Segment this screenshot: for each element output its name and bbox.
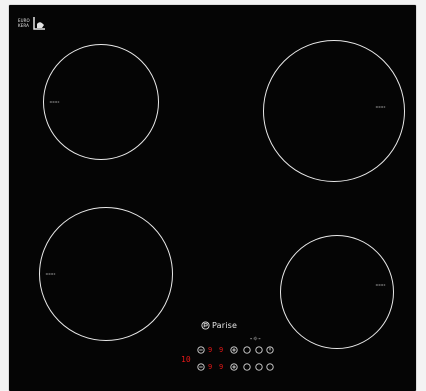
timer-icon[interactable] [243,363,251,371]
zone-level-display: 9 [219,346,224,354]
timer-display: 10 [181,355,191,364]
timer-icon[interactable] [243,346,251,354]
induction-hob: EUROKERA Parise -☼- 10 9 9 9 9 [9,5,416,391]
zone-level-display: 9 [208,346,213,354]
photo: EUROKERA Parise -☼- 10 9 9 9 9 [0,0,426,391]
power-icon[interactable] [266,363,274,371]
power-icon[interactable] [266,346,274,354]
minus-icon[interactable] [197,363,205,371]
touch-control-panel: 10 9 9 9 9 [9,5,416,391]
lock-icon[interactable] [255,346,263,354]
plus-icon[interactable] [230,363,238,371]
zone-level-display: 9 [219,363,224,371]
minus-icon[interactable] [197,346,205,354]
zone-level-display: 9 [208,363,213,371]
plus-icon[interactable] [230,346,238,354]
lock-icon[interactable] [255,363,263,371]
